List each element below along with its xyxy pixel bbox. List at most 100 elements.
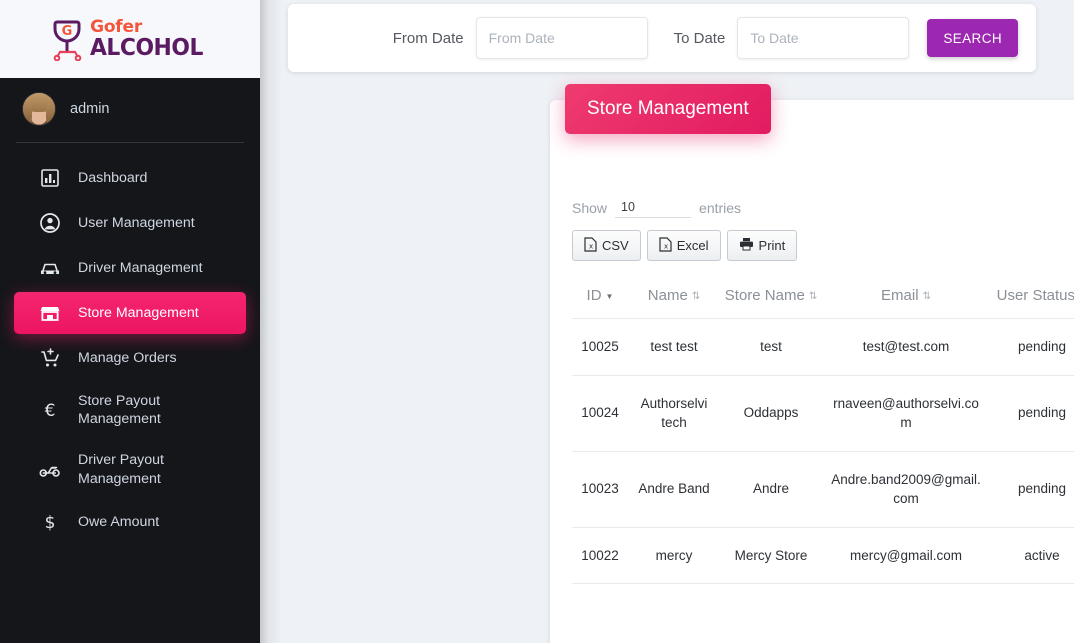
chart-bar-icon	[38, 167, 62, 189]
column-header-name[interactable]: Name ⇅	[628, 281, 720, 319]
column-label: User Status	[996, 287, 1074, 304]
date-filter-bar: From Date To Date SEARCH	[288, 4, 1036, 72]
sidebar-item-label: Manage Orders	[78, 349, 177, 366]
export-excel-label: Excel	[676, 238, 709, 253]
to-date-label: To Date	[673, 29, 726, 47]
profile-username: admin	[70, 101, 110, 117]
dollar-icon: $	[38, 511, 62, 533]
column-label: ID	[586, 287, 602, 304]
cell-store-name: test	[720, 318, 822, 376]
store-table: ID ▼ Name ⇅ Store Name ⇅ Email ⇅ User Status…	[572, 281, 1074, 585]
cell-name: Andre Band	[628, 451, 720, 528]
to-date-input[interactable]	[737, 17, 910, 59]
cell-store-name: Mercy Store	[720, 527, 822, 585]
column-header-email[interactable]: Email ⇅	[822, 281, 990, 319]
cell-user-status: pending	[990, 318, 1074, 376]
sidebar-item-dashboard[interactable]: Dashboard	[14, 157, 246, 199]
cell-store-name: Oddapps	[720, 375, 822, 452]
logo-text-alcohol: ALCOHOL	[90, 34, 203, 61]
store-table-card: ADD STORE Show 102550100 entries x CSV	[550, 100, 1074, 643]
sidebar-item-driver-payout-management[interactable]: Driver Payout Management	[14, 441, 246, 497]
sidebar-item-owe-amount[interactable]: $ Owe Amount	[14, 501, 246, 543]
printer-icon	[739, 237, 754, 254]
table-row[interactable]: 10025 test test test test@test.com pendi…	[572, 318, 1074, 376]
sidebar-item-label: Owe Amount	[78, 513, 160, 530]
logo-text-gofer: Gofer	[90, 16, 143, 37]
sidebar-item-store-management[interactable]: Store Management	[14, 292, 246, 334]
sidebar-divider	[16, 142, 244, 143]
column-label: Email	[881, 287, 919, 304]
file-excel-icon: x	[584, 236, 597, 255]
table-row[interactable]: 10022 mercy Mercy Store mercy@gmail.com …	[572, 527, 1074, 585]
cell-id: 10025	[572, 318, 628, 376]
table-row[interactable]: 10024 Authorselvi tech Oddapps rnaveen@a…	[572, 375, 1074, 452]
store-icon	[38, 302, 62, 324]
export-csv-button[interactable]: x CSV	[572, 230, 641, 261]
column-label: Name	[647, 287, 688, 304]
print-button[interactable]: Print	[726, 230, 798, 261]
table-header: ID ▼ Name ⇅ Store Name ⇅ Email ⇅ User Status…	[572, 281, 1074, 319]
svg-text:€: €	[45, 401, 56, 420]
cart-plus-icon	[38, 347, 62, 369]
search-button[interactable]: SEARCH	[927, 19, 1018, 57]
column-header-id[interactable]: ID ▼	[572, 281, 628, 319]
cell-id: 10023	[572, 451, 628, 528]
file-excel-icon: x	[659, 236, 672, 255]
svg-text:$: $	[45, 513, 56, 532]
page-length-control: Show 102550100 entries	[572, 198, 1074, 218]
sidebar-item-label: Store Management	[78, 304, 199, 321]
cell-email: test@test.com	[822, 318, 990, 376]
sidebar-profile[interactable]: admin	[0, 78, 260, 142]
sidebar-item-manage-orders[interactable]: Manage Orders	[14, 337, 246, 379]
brand-logo[interactable]: G Gofer ALCOHOL	[0, 0, 260, 78]
column-header-user-status[interactable]: User Status⇅	[990, 281, 1074, 319]
cell-name: Authorselvi tech	[628, 375, 720, 452]
page-title: Store Management	[565, 84, 771, 134]
sidebar-item-driver-management[interactable]: Driver Management	[14, 247, 246, 289]
sidebar: G Gofer ALCOHOL admin Dashboard User Man…	[0, 0, 260, 643]
main-content: From Date To Date SEARCH ADD STORE Show …	[260, 0, 1074, 643]
show-label: Show	[572, 200, 608, 216]
wine-glass-cart-icon: G	[53, 20, 82, 61]
app-root: G Gofer ALCOHOL admin Dashboard User Man…	[0, 0, 1074, 643]
cell-name: mercy	[628, 527, 720, 585]
table-row[interactable]: 10023 Andre Band Andre Andre.band2009@gm…	[572, 451, 1074, 528]
print-label: Print	[758, 238, 786, 253]
cell-email: mercy@gmail.com	[822, 527, 990, 585]
sidebar-item-label: Dashboard	[78, 169, 148, 186]
cell-user-status: pending	[990, 451, 1074, 528]
column-header-store-name[interactable]: Store Name ⇅	[720, 281, 822, 319]
svg-text:x: x	[589, 242, 593, 250]
cell-user-status: active	[990, 527, 1074, 585]
cell-id: 10024	[572, 375, 628, 452]
user-circle-icon	[38, 212, 62, 234]
from-date-label: From Date	[392, 29, 464, 47]
sort-both-icon: ⇅	[691, 291, 701, 302]
car-icon	[38, 257, 62, 279]
sort-both-icon: ⇅	[922, 291, 931, 302]
page-length-select[interactable]: 102550100	[615, 198, 692, 218]
cell-name: test test	[628, 318, 720, 376]
svg-text:x: x	[664, 242, 668, 250]
motorbike-icon	[38, 459, 62, 481]
sidebar-item-label: Store Payout Management	[78, 393, 161, 428]
cell-email: Andre.band2009@gmail.com	[822, 451, 990, 528]
table-body: 10025 test test test test@test.com pendi…	[572, 318, 1074, 585]
sidebar-item-user-management[interactable]: User Management	[14, 202, 246, 244]
export-buttons: x CSV x Excel Print	[572, 230, 798, 261]
sort-desc-icon: ▼	[605, 292, 614, 301]
svg-text:G: G	[62, 24, 73, 39]
store-table-scroll[interactable]: ID ▼ Name ⇅ Store Name ⇅ Email ⇅ User Status…	[572, 281, 1074, 585]
sidebar-item-label: User Management	[78, 214, 195, 231]
cell-email: rnaveen@authorselvi.com	[822, 375, 990, 452]
entries-label: entries	[699, 200, 742, 216]
avatar	[22, 92, 56, 126]
from-date-input[interactable]	[475, 17, 648, 59]
export-csv-label: CSV	[602, 238, 629, 253]
cell-id: 10022	[572, 527, 628, 585]
sort-both-icon: ⇅	[808, 291, 818, 302]
export-excel-button[interactable]: x Excel	[646, 230, 721, 261]
sidebar-item-label: Driver Payout Management	[78, 452, 164, 487]
sidebar-item-store-payout-management[interactable]: € Store Payout Management	[14, 382, 246, 438]
sidebar-item-label: Driver Management	[78, 259, 203, 276]
